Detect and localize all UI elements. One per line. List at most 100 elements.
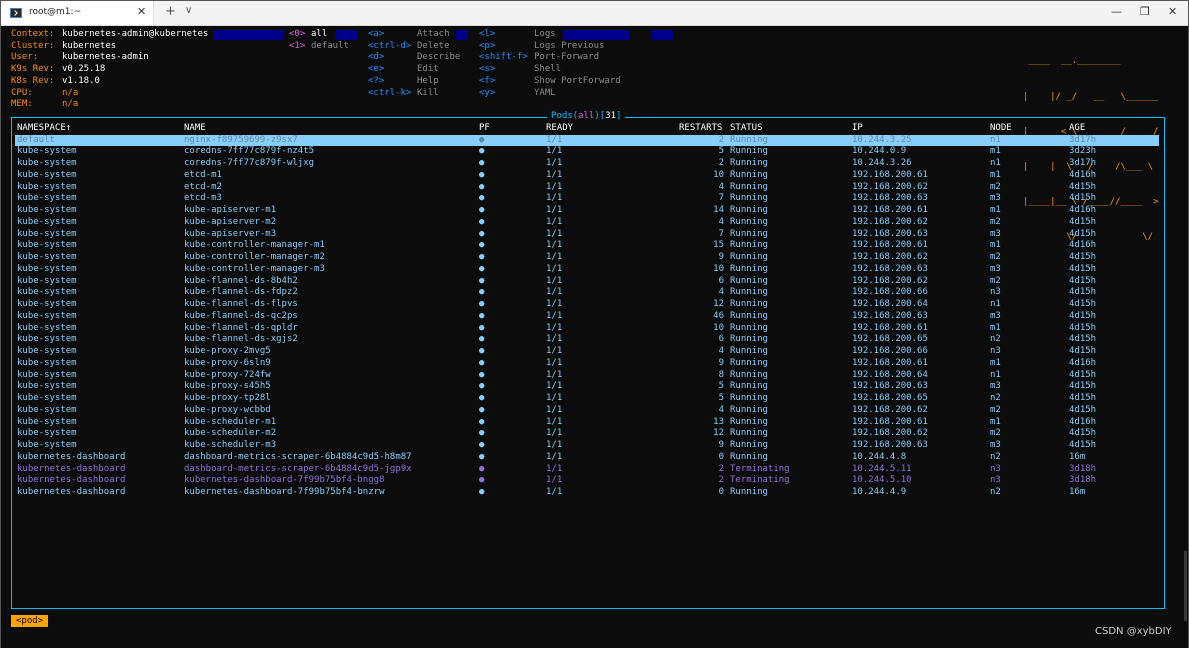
table-row[interactable]: kube-system etcd-m3 ● 1/1 7 Running 192.168.20… (15, 193, 1159, 205)
table-row[interactable]: kube-system kube-scheduler-m3 ● 1/1 9 Running… (15, 440, 1159, 452)
col-namespace[interactable]: NAMESPACE↑ (17, 123, 71, 135)
table-row[interactable]: kube-system kube-scheduler-m1 ● 1/1 13 Runnin… (15, 417, 1159, 429)
breadcrumb-pod[interactable]: <pod> (11, 615, 49, 627)
shortcut-edit[interactable]: Edit (417, 64, 439, 76)
tab-close-icon[interactable]: ✕ (137, 5, 146, 18)
cell-ready: 1/1 (546, 287, 563, 298)
table-row[interactable]: kube-system kube-controller-manager-m3 ● 1/… (15, 264, 1159, 276)
table-row[interactable]: kube-system kube-apiserver-m1 ● 1/1 14 Runnin… (15, 205, 1159, 217)
cell-age: 4d15h (1069, 428, 1097, 439)
col-ip[interactable]: IP (852, 123, 863, 135)
col-pf[interactable]: PF (479, 123, 490, 135)
table-row[interactable]: kube-system kube-proxy-6sln9 ● 1/1 9 Running 1… (15, 358, 1159, 370)
cell-status: Running (730, 369, 768, 380)
shortcut-port-forward[interactable]: Port-Forward (534, 52, 599, 64)
cell-node: n2 (990, 334, 1001, 345)
table-row[interactable]: kube-system etcd-m1 ● 1/1 10 Running 192.168.2… (15, 170, 1159, 182)
table-row[interactable]: kube-system kube-controller-manager-m2 ● 1/… (15, 252, 1159, 264)
col-ready[interactable]: READY (546, 123, 573, 135)
col-status[interactable]: STATUS (730, 123, 763, 135)
minimize-icon[interactable]: — (1111, 5, 1122, 18)
cell-restarts: 12 (713, 428, 724, 439)
cell-age: 3d17h (1069, 158, 1097, 168)
cell-ready: 1/1 (546, 252, 563, 262)
ns-all[interactable]: all (311, 29, 327, 41)
cell-ip: 192.168.200.66 (852, 287, 928, 298)
cell-status: Running (730, 346, 768, 356)
cell-ready: 1/1 (546, 428, 563, 439)
tab-dropdown-icon[interactable]: ∨ (185, 5, 192, 16)
col-age[interactable]: AGE (1069, 123, 1085, 135)
table-row[interactable]: default nginx-f89759699-z9sx7 ● 1/1 2 Running… (15, 134, 1159, 147)
shortcut-delete[interactable]: Delete (417, 41, 450, 53)
table-row[interactable]: kube-system kube-flannel-ds-qc2ps ● 1/1 46 Ru… (15, 311, 1159, 323)
cell-restarts: 6 (718, 334, 724, 345)
cell-pf: ● (479, 252, 485, 262)
cell-ip: 192.168.200.61 (852, 240, 928, 251)
shortcut-kill[interactable]: Kill (417, 88, 439, 100)
table-row[interactable]: kube-system kube-apiserver-m2 ● 1/1 4 Running… (15, 217, 1159, 229)
cell-namespace: default (17, 134, 55, 145)
table-row[interactable]: kube-system etcd-m2 ● 1/1 4 Running 192.168.20… (15, 182, 1159, 194)
k9s-rev-value: v0.25.18 (62, 64, 106, 75)
table-row[interactable]: kube-system kube-flannel-ds-flpvs ● 1/1 12 Ru… (15, 299, 1159, 311)
table-row[interactable]: kube-system coredns-7ff77c879f-wljxg ● 1/1 2… (15, 158, 1159, 170)
table-row[interactable]: kube-system kube-flannel-ds-qpldr ● 1/1 10 Ru… (15, 323, 1159, 335)
scrollbar[interactable] (1184, 551, 1187, 621)
shortcut-attach[interactable]: Attach (417, 29, 450, 41)
cell-pf: ● (479, 216, 485, 227)
k8s-rev-value: v1.18.0 (62, 75, 100, 86)
shortcut-help[interactable]: Help (417, 76, 439, 88)
cell-status: Running (730, 440, 768, 450)
table-row[interactable]: kubernetes-dashboard kubernetes-dashboard… (15, 487, 1159, 499)
shortcut-describe[interactable]: Describe (417, 52, 460, 64)
maximize-icon[interactable]: ❐ (1140, 5, 1150, 18)
cell-pf: ● (479, 463, 485, 474)
table-row[interactable]: kube-system kube-controller-manager-m1 ● 1/… (15, 240, 1159, 252)
table-row[interactable]: kubernetes-dashboard dashboard-metrics-sc… (15, 464, 1159, 476)
cell-status: Running (730, 416, 768, 427)
logo-line: ____ __.________ (1023, 56, 1159, 67)
shortcut-logs-previous[interactable]: Logs Previous (534, 41, 604, 53)
table-row[interactable]: kube-system kube-proxy-724fw ● 1/1 8 Running 1… (15, 370, 1159, 382)
close-window-icon[interactable]: ✕ (1168, 5, 1177, 18)
shortcut-logs[interactable]: Logs (534, 29, 556, 41)
highlight-bar (335, 30, 357, 40)
cell-restarts: 8 (718, 369, 724, 380)
cell-ip: 192.168.200.61 (852, 205, 928, 215)
cell-ready: 1/1 (546, 440, 563, 450)
table-row[interactable]: kube-system kube-proxy-2mvg5 ● 1/1 4 Running 1… (15, 346, 1159, 358)
cell-ready: 1/1 (546, 134, 563, 145)
shortcut-show-portforward[interactable]: Show PortForward (534, 76, 621, 88)
cell-node: n2 (990, 451, 1001, 462)
table-row[interactable]: kubernetes-dashboard dashboard-metrics-sc… (15, 452, 1159, 464)
cell-restarts: 5 (718, 381, 724, 392)
shortcut-yaml[interactable]: YAML (534, 88, 556, 100)
table-row[interactable]: kube-system kube-proxy-tp28l ● 1/1 5 Running 1… (15, 393, 1159, 405)
table-row[interactable]: kube-system kube-apiserver-m3 ● 1/1 7 Running… (15, 229, 1159, 241)
shortcut-shell[interactable]: Shell (534, 64, 561, 76)
cell-namespace: kubernetes-dashboard (17, 463, 126, 474)
table-row[interactable]: kube-system kube-flannel-ds-xgjs2 ● 1/1 6 Run… (15, 334, 1159, 346)
cell-node: n2 (990, 487, 1001, 497)
cell-ip: 192.168.200.62 (852, 275, 928, 286)
cell-node: m1 (990, 357, 1001, 368)
table-row[interactable]: kube-system kube-proxy-wcbbd ● 1/1 4 Running 1… (15, 405, 1159, 417)
col-name[interactable]: NAME (184, 123, 206, 135)
new-tab-icon[interactable]: + (165, 4, 176, 19)
cell-node: n3 (990, 463, 1001, 474)
table-row[interactable]: kube-system kube-flannel-ds-fdpz2 ● 1/1 4 Run… (15, 287, 1159, 299)
table-row[interactable]: kube-system kube-flannel-ds-8b4h2 ● 1/1 6 Run… (15, 276, 1159, 288)
col-node[interactable]: NODE (990, 123, 1012, 135)
col-restarts[interactable]: RESTARTS (679, 123, 722, 135)
terminal-tab[interactable]: root@m1:~ ✕ (1, 1, 154, 25)
table-row[interactable]: kube-system kube-proxy-s45h5 ● 1/1 5 Running 1… (15, 381, 1159, 393)
cell-ready: 1/1 (546, 451, 563, 462)
ns-default[interactable]: default (311, 41, 349, 53)
table-row[interactable]: kubernetes-dashboard kubernetes-dashboard… (15, 475, 1159, 487)
table-row[interactable]: kube-system kube-scheduler-m2 ● 1/1 12 Runnin… (15, 428, 1159, 440)
cell-namespace: kubernetes-dashboard (17, 475, 126, 486)
cell-pf: ● (479, 381, 485, 392)
table-row[interactable]: kube-system coredns-7ff77c879f-nz4t5 ● 1/1 5… (15, 146, 1159, 158)
cell-ip: 192.168.200.62 (852, 428, 928, 439)
